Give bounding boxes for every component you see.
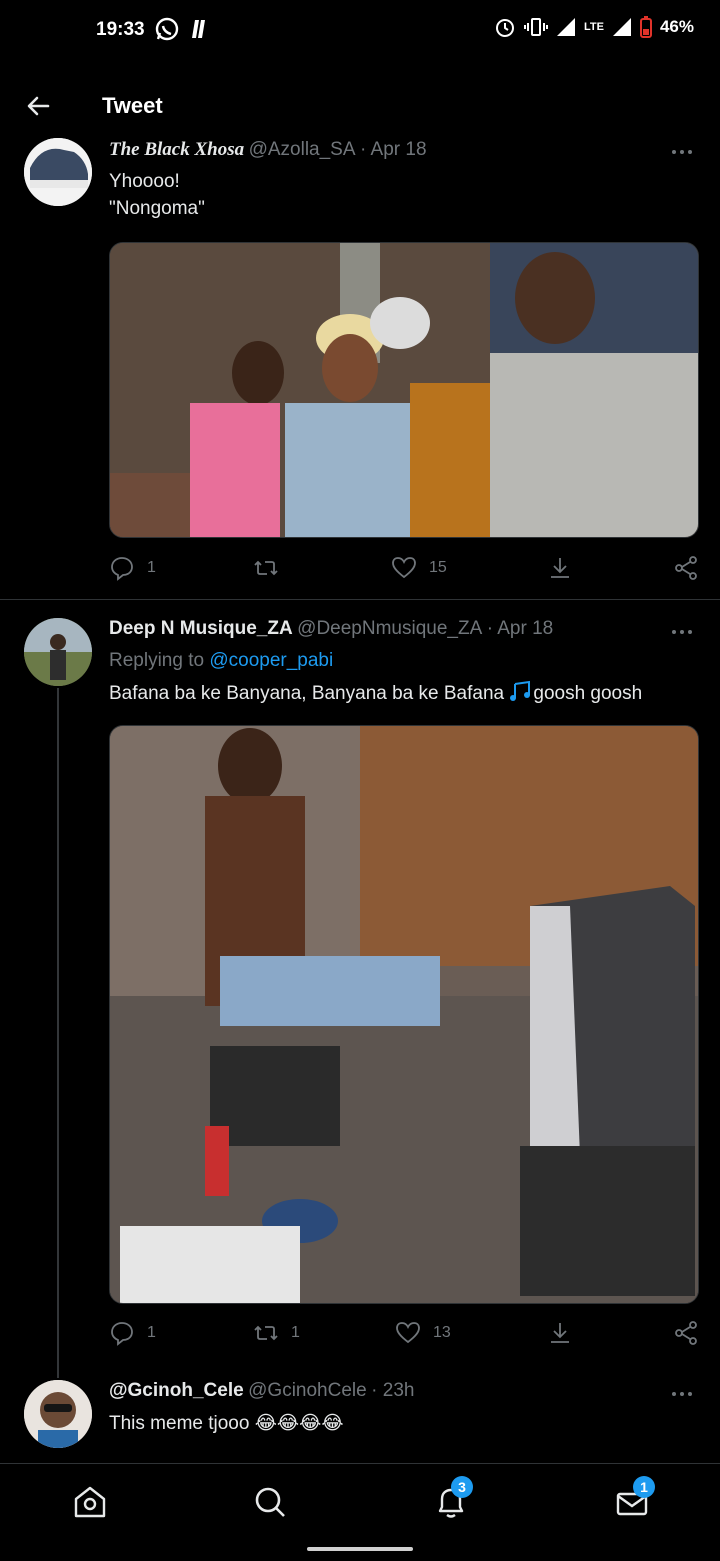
tv-scene-image [110, 243, 698, 537]
avatar[interactable] [24, 1380, 92, 1448]
tweet-image-tv-scene[interactable] [109, 242, 699, 538]
top-app-bar: Tweet [0, 80, 720, 136]
share-icon [675, 556, 697, 580]
notifications-badge: 3 [451, 1476, 473, 1498]
author-name[interactable]: The Black Xhosa [109, 139, 244, 160]
retweet-icon [254, 1325, 278, 1341]
whatsapp-icon [155, 17, 179, 41]
share-icon [675, 1321, 697, 1345]
tweet-1-actions: 1 15 [109, 555, 699, 583]
tweet-text-line-2: "Nongoma" [109, 198, 205, 219]
download-icon [551, 558, 569, 578]
reply-button[interactable]: 1 [109, 555, 156, 581]
author-handle: @DeepNmusique_ZA [297, 618, 483, 639]
retweet-icon [254, 560, 278, 576]
reply-icon [111, 557, 133, 581]
share-button[interactable] [673, 1320, 699, 1346]
tweet-text-main: Bafana ba ke Banyana, Banyana ba ke Bafa… [109, 683, 505, 704]
reply-icon [111, 1322, 133, 1346]
tweet-date: · 23h [371, 1380, 415, 1401]
vibrate-icon [524, 18, 548, 36]
sneaker-avatar-image [24, 138, 92, 206]
avatar[interactable] [24, 618, 92, 686]
netflix-icon [192, 20, 205, 38]
retweet-button[interactable]: 1 [253, 1320, 300, 1346]
music-notes-icon [510, 680, 531, 701]
battery-level: 46% [659, 17, 694, 36]
replying-to: Replying to @cooper_pabi [109, 650, 333, 672]
tweet-text: Bafana ba ke Banyana, Banyana ba ke Bafa… [109, 680, 642, 707]
tweet-date: · Apr 18 [359, 139, 427, 160]
more-options-icon[interactable] [670, 147, 694, 157]
more-options-icon[interactable] [670, 627, 694, 637]
page-title: Tweet [102, 93, 163, 118]
gesture-home-bar[interactable] [307, 1547, 413, 1551]
retweet-button[interactable] [253, 555, 291, 581]
tweet-text-line-1: Yhoooo! [109, 171, 180, 192]
author-name[interactable]: Deep N Musique_ZA [109, 618, 293, 639]
alarm-icon [496, 19, 514, 37]
retweet-count: 1 [291, 1324, 300, 1341]
reply-count: 1 [147, 1324, 156, 1341]
download-icon [551, 1323, 569, 1343]
download-button[interactable] [547, 1320, 573, 1346]
tweet-date: · Apr 18 [486, 618, 554, 639]
back-arrow-icon[interactable] [22, 90, 54, 122]
author-handle: @GcinohCele [248, 1380, 367, 1401]
home-icon[interactable] [70, 1482, 110, 1522]
status-bar: 19:33 LTE 46% [0, 0, 720, 60]
tweet-text: Yhoooo! "Nongoma" [109, 168, 205, 222]
tweet-3-header: @Gcinoh_Cele @GcinohCele · 23h [109, 1380, 414, 1402]
like-button[interactable]: 15 [391, 555, 447, 581]
thread-line [57, 688, 59, 1378]
download-button[interactable] [547, 555, 573, 581]
avatar[interactable] [24, 138, 92, 206]
messages-badge: 1 [633, 1476, 655, 1498]
tweet-1-header: The Black Xhosa @Azolla_SA · Apr 18 [109, 139, 427, 161]
tweet-2-actions: 1 1 13 [109, 1320, 699, 1348]
tweet-text: This meme tjooo 😂😂😂😂 [109, 1413, 344, 1434]
replying-prefix: Replying to [109, 650, 205, 671]
tweet-image-meme[interactable] [109, 725, 699, 1304]
search-icon[interactable] [250, 1482, 290, 1522]
reply-count: 1 [147, 559, 156, 576]
meme-image [110, 726, 698, 1303]
heart-icon [396, 1322, 420, 1344]
tweet-2-header: Deep N Musique_ZA @DeepNmusique_ZA · Apr… [109, 618, 553, 640]
like-count: 13 [433, 1324, 451, 1341]
person-avatar-image [24, 1380, 92, 1448]
author-handle: @Azolla_SA [248, 139, 356, 160]
like-count: 15 [429, 559, 447, 576]
divider [0, 599, 720, 600]
reply-button[interactable]: 1 [109, 1320, 156, 1346]
like-button[interactable]: 13 [395, 1320, 451, 1346]
battery-icon [639, 16, 652, 38]
person-avatar-image [24, 618, 92, 686]
author-name[interactable]: @Gcinoh_Cele [109, 1380, 244, 1401]
heart-icon [392, 557, 416, 579]
more-options-icon[interactable] [670, 1389, 694, 1399]
network-type: LTE [584, 20, 604, 33]
share-button[interactable] [673, 555, 699, 581]
replying-to-link[interactable]: @cooper_pabi [209, 650, 333, 671]
signal-icon [557, 18, 575, 36]
tweet-text-suffix: goosh goosh [533, 683, 643, 704]
signal-icon-2 [612, 18, 631, 36]
status-time: 19:33 [96, 19, 145, 40]
